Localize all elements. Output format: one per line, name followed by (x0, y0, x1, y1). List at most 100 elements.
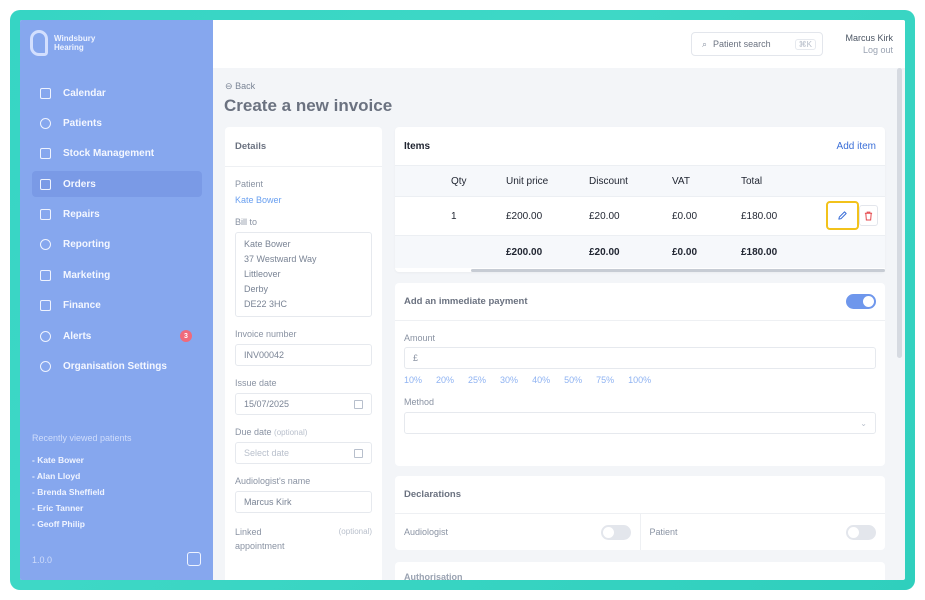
calendar-icon (354, 399, 363, 409)
sidebar-item-label: Patients (63, 117, 102, 129)
audiologist-name-field[interactable]: Marcus Kirk (235, 491, 372, 513)
sidebar-nav: Calendar Patients Stock Management Order… (32, 80, 202, 384)
bill-to-address[interactable]: Kate Bower 37 Westward Way Littleover De… (235, 232, 372, 317)
audiologist-name-value: Marcus Kirk (244, 497, 292, 507)
patient-label: Patient (235, 179, 264, 189)
column-header-total: Total (741, 175, 763, 187)
address-line: 37 Westward Way (244, 254, 317, 264)
patient-link[interactable]: Kate Bower (235, 195, 372, 205)
back-link[interactable]: ⊖ Back (225, 81, 255, 92)
audiologist-declaration-toggle[interactable] (600, 524, 631, 540)
sidebar-item-organisation-settings[interactable]: Organisation Settings (32, 354, 202, 380)
immediate-payment-toggle[interactable] (846, 294, 876, 309)
recent-patient-link[interactable]: - Alan Lloyd (32, 468, 105, 484)
chart-icon (40, 239, 51, 251)
patients-icon (40, 117, 51, 129)
issue-date-label: Issue date (235, 378, 277, 388)
brand-name: Windsbury Hearing (54, 34, 95, 52)
gear-icon (40, 361, 51, 373)
app-version: 1.0.0 (32, 555, 53, 565)
total-unit-price: £200.00 (506, 246, 543, 258)
recent-patient-link[interactable]: - Geoff Philip (32, 516, 105, 532)
address-line: Littleover (244, 269, 281, 279)
column-header-unit-price: Unit price (506, 175, 549, 187)
sidebar-item-patients[interactable]: Patients (32, 110, 202, 136)
sidebar-item-stock-management[interactable]: Stock Management (32, 141, 202, 167)
add-item-link[interactable]: Add item (837, 141, 876, 152)
issue-date-field[interactable]: 15/07/2025 (235, 393, 372, 415)
percentage-shortcuts: 10% 20% 25% 30% 40% 50% 75% 100% (404, 375, 876, 385)
sidebar-item-alerts[interactable]: Alerts 3 (32, 323, 202, 349)
sidebar-item-label: Marketing (63, 269, 111, 281)
sidebar-item-calendar[interactable]: Calendar (32, 80, 202, 106)
recent-patient-link[interactable]: - Brenda Sheffield (32, 484, 105, 500)
linked-appointment-label-text: Linked appointment (235, 527, 285, 551)
card-icon (40, 300, 51, 312)
address-line: DE22 3HC (244, 299, 288, 309)
sidebar-item-label: Stock Management (63, 148, 155, 160)
immediate-payment-panel: Add an immediate payment Amount £ 10% 20… (395, 283, 885, 466)
table-row: 1 £200.00 £20.00 £0.00 £180.00 (395, 197, 885, 236)
orders-icon (40, 178, 51, 190)
due-date-placeholder: Select date (244, 448, 290, 458)
column-header-qty: Qty (451, 175, 467, 187)
logout-link[interactable]: Log out (845, 44, 893, 56)
user-name: Marcus Kirk (845, 33, 893, 43)
due-date-field[interactable]: Select date (235, 442, 372, 464)
payment-header: Add an immediate payment (395, 283, 885, 321)
items-heading: Items (404, 140, 431, 152)
percent-50-button[interactable]: 50% (564, 375, 582, 385)
delete-item-button[interactable] (859, 205, 878, 226)
total-vat: £0.00 (672, 246, 698, 258)
edit-item-button[interactable] (826, 201, 859, 230)
column-header-discount: Discount (589, 175, 628, 187)
percent-10-button[interactable]: 10% (404, 375, 422, 385)
sidebar-item-label: Repairs (63, 209, 100, 221)
collapse-sidebar-icon[interactable] (187, 552, 201, 566)
column-header-vat: VAT (672, 175, 690, 187)
optional-tag: (optional) (274, 428, 308, 437)
amount-input[interactable]: £ (404, 347, 876, 369)
sidebar-item-marketing[interactable]: Marketing (32, 262, 202, 288)
sidebar-item-finance[interactable]: Finance (32, 293, 202, 319)
percent-40-button[interactable]: 40% (532, 375, 550, 385)
payment-method-select[interactable]: ⌄ (404, 412, 876, 434)
percent-30-button[interactable]: 30% (500, 375, 518, 385)
sidebar-item-label: Reporting (63, 239, 111, 251)
percent-20-button[interactable]: 20% (436, 375, 454, 385)
payment-heading: Add an immediate payment (404, 296, 528, 307)
declarations-panel: Declarations Audiologist Patient (395, 476, 885, 550)
sidebar-item-reporting[interactable]: Reporting (32, 232, 202, 258)
page-vertical-scrollbar[interactable] (897, 68, 902, 358)
invoice-number-label: Invoice number (235, 329, 297, 339)
page-title: Create a new invoice (224, 96, 393, 115)
recent-patient-link[interactable]: - Kate Bower (32, 452, 105, 468)
sidebar-item-orders[interactable]: Orders (32, 171, 202, 198)
linked-appointment-label: Linked appointment (optional) (235, 525, 372, 553)
invoice-number-field[interactable]: INV00042 (235, 344, 372, 366)
wrench-icon (40, 209, 51, 221)
item-vat: £0.00 (672, 210, 698, 222)
brand[interactable]: Windsbury Hearing (30, 30, 95, 56)
audiologist-declaration: Audiologist (395, 514, 640, 550)
items-panel: Items Add item Qty Unit price Discount V… (395, 127, 885, 272)
percent-100-button[interactable]: 100% (628, 375, 651, 385)
item-discount: £20.00 (589, 210, 620, 222)
recent-patients-heading: Recently viewed patients (32, 433, 132, 443)
sidebar-item-label: Calendar (63, 87, 106, 99)
recent-patient-link[interactable]: - Eric Tanner (32, 500, 105, 516)
sidebar-item-repairs[interactable]: Repairs (32, 202, 202, 228)
patient-search-button[interactable]: ⌕ Patient search ⌘K (691, 32, 823, 56)
back-label: Back (235, 81, 256, 91)
item-total: £180.00 (741, 210, 778, 222)
percent-25-button[interactable]: 25% (468, 375, 486, 385)
patient-declaration-label: Patient (649, 527, 678, 537)
item-qty: 1 (451, 210, 457, 222)
items-horizontal-scrollbar[interactable] (471, 269, 885, 272)
sidebar-item-label: Alerts (63, 330, 92, 342)
brand-line-1: Windsbury (54, 34, 96, 43)
audiologist-name-label: Audiologist's name (235, 476, 311, 486)
patient-declaration-toggle[interactable] (846, 524, 876, 540)
sidebar-item-label: Organisation Settings (63, 361, 167, 373)
percent-75-button[interactable]: 75% (596, 375, 614, 385)
